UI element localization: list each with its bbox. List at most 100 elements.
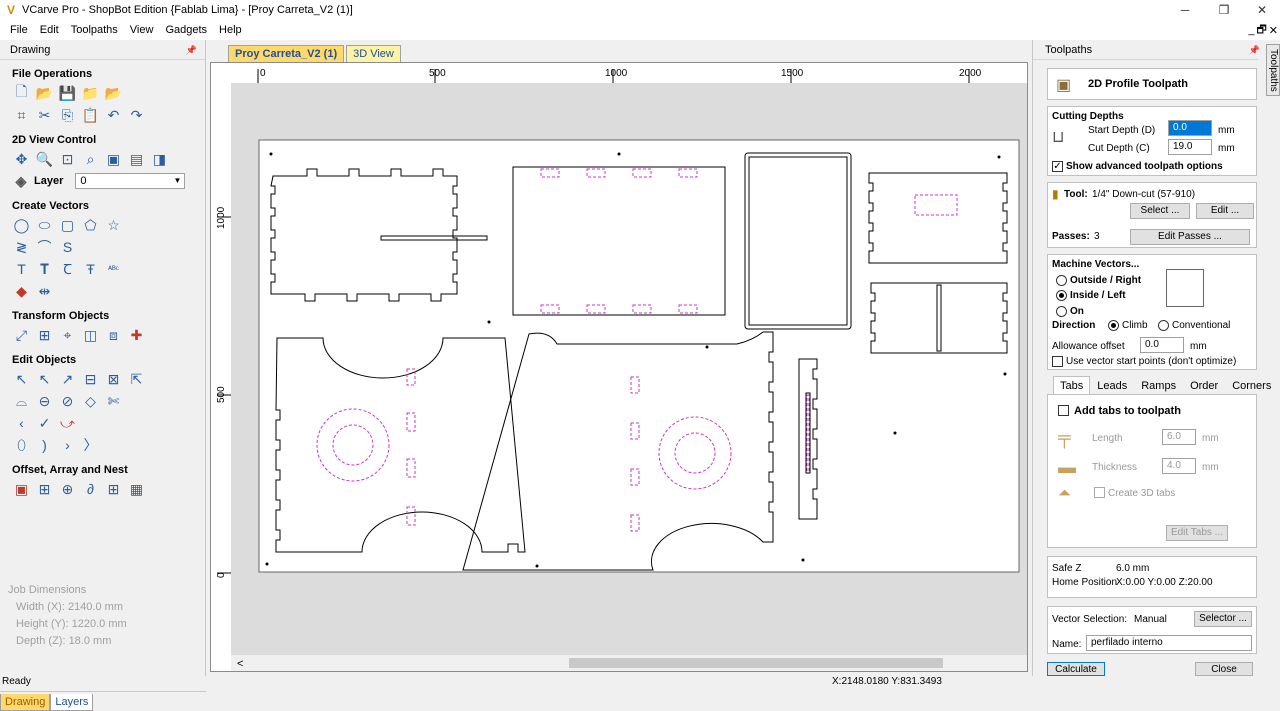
close-panel-button[interactable]: Close — [1195, 662, 1253, 676]
edit-passes-button[interactable]: Edit Passes ... — [1130, 229, 1250, 245]
job-setup-icon[interactable]: ⌗ — [12, 106, 31, 125]
tab-3d-view[interactable]: 3D View — [346, 45, 401, 62]
scrollbar-thumb[interactable] — [569, 658, 943, 668]
text-on-curve-icon[interactable]: Ꞇ — [58, 260, 77, 279]
menu-file[interactable]: File — [4, 20, 34, 40]
star-icon[interactable]: ☆ — [104, 216, 123, 235]
scale-icon[interactable]: ⧈ — [104, 326, 123, 345]
rectangle-icon[interactable]: ▢ — [58, 216, 77, 235]
cut-depth-input[interactable]: 19.0 — [1168, 139, 1212, 155]
curve-fit-icon[interactable]: ✓ — [35, 414, 54, 433]
menu-view[interactable]: View — [124, 20, 160, 40]
autolayout-text-icon[interactable]: 𝐓 — [35, 260, 54, 279]
add-tabs-checkbox[interactable] — [1058, 405, 1069, 416]
polyline-icon[interactable]: ≷ — [12, 238, 31, 257]
subtract-icon[interactable]: ⊖ — [35, 392, 54, 411]
subtab-corners[interactable]: Corners — [1225, 376, 1278, 394]
scroll-left-icon[interactable]: < — [237, 658, 243, 670]
curve-icon[interactable]: S — [58, 238, 77, 257]
node-edit-icon[interactable]: ↖ — [35, 370, 54, 389]
length-input[interactable]: 6.0 — [1162, 429, 1196, 445]
ungroup-icon[interactable]: ⊠ — [104, 370, 123, 389]
redo-icon[interactable]: ↷ — [127, 106, 146, 125]
pan-icon[interactable]: ✥ — [12, 150, 31, 169]
array-icon[interactable]: ⊞ — [35, 480, 54, 499]
close-vector-icon[interactable]: › — [58, 436, 77, 455]
view-fit-icon[interactable]: ▣ — [104, 150, 123, 169]
mdi-close-button[interactable]: ✕ — [1269, 24, 1278, 37]
view-toggle-icon[interactable]: ◨ — [150, 150, 169, 169]
conventional-radio[interactable] — [1158, 320, 1169, 331]
advanced-options-checkbox[interactable]: ✓ — [1052, 161, 1063, 172]
toolpaths-side-tab[interactable]: Toolpaths — [1266, 44, 1280, 96]
tab-drawing[interactable]: Drawing — [0, 694, 51, 711]
polygon-icon[interactable]: ⬠ — [81, 216, 100, 235]
toolpath-name-input[interactable]: perfilado interno — [1086, 635, 1252, 651]
copy-along-icon[interactable]: ∂ — [81, 480, 100, 499]
undo-icon[interactable]: ↶ — [104, 106, 123, 125]
thickness-input[interactable]: 4.0 — [1162, 458, 1196, 474]
maximize-button[interactable]: ❐ — [1204, 0, 1244, 20]
2d-viewport[interactable]: 0 500 1000 1500 2000 1000 500 0 < — [210, 62, 1028, 672]
subtab-ramps[interactable]: Ramps — [1134, 376, 1183, 394]
trim-icon[interactable]: ◇ — [81, 392, 100, 411]
tool-edit-button[interactable]: Edit ... — [1196, 203, 1254, 219]
drawing-canvas[interactable]: 0 500 1000 1500 2000 1000 500 0 < — [211, 63, 1027, 671]
menu-toolpaths[interactable]: Toolpaths — [65, 20, 124, 40]
menu-help[interactable]: Help — [213, 20, 248, 40]
ellipse-icon[interactable]: ⬭ — [35, 216, 54, 235]
zoom-icon[interactable]: 🔍 — [35, 150, 54, 169]
text-icon[interactable]: T — [12, 260, 31, 279]
circle-icon[interactable]: ◯ — [12, 216, 31, 235]
mdi-restore-button[interactable]: 🗗 — [1256, 21, 1266, 40]
intersect-icon[interactable]: ⊘ — [58, 392, 77, 411]
view-grid-icon[interactable]: ▤ — [127, 150, 146, 169]
nesting-icon[interactable]: ▦ — [127, 480, 146, 499]
import-icon[interactable]: 📁 — [81, 84, 100, 103]
vector-start-checkbox[interactable] — [1052, 356, 1063, 367]
text-arc-icon[interactable]: Ŧ — [81, 260, 100, 279]
menu-edit[interactable]: Edit — [34, 20, 65, 40]
start-depth-input[interactable]: 0.0 — [1168, 120, 1212, 136]
mirror-icon[interactable]: ◫ — [81, 326, 100, 345]
tool-select-button[interactable]: Select ... — [1130, 203, 1190, 219]
arc-icon[interactable]: ⌒ — [35, 238, 54, 257]
tab-2d-view[interactable]: Proy Carreta_V2 (1) — [228, 45, 345, 62]
layer-select[interactable]: 0 ▼ — [75, 173, 186, 189]
circular-array-icon[interactable]: ⊕ — [58, 480, 77, 499]
select-icon[interactable]: ↖ — [12, 370, 31, 389]
dimension-icon[interactable]: ⇹ — [35, 282, 54, 301]
on-radio[interactable] — [1056, 306, 1067, 317]
climb-radio[interactable] — [1108, 320, 1119, 331]
open-file-icon[interactable]: 📂 — [35, 84, 54, 103]
join-icon[interactable]: ‹ — [12, 414, 31, 433]
create-3d-tabs-checkbox[interactable] — [1094, 487, 1105, 498]
interactive-select-icon[interactable]: ↗ — [58, 370, 77, 389]
edit-tabs-button[interactable]: Edit Tabs ... — [1166, 525, 1228, 541]
save-icon[interactable]: 💾 — [58, 84, 77, 103]
import-component-icon[interactable]: 📂 — [104, 84, 123, 103]
group-icon[interactable]: ⊟ — [81, 370, 100, 389]
cut-icon[interactable]: ✂ — [35, 106, 54, 125]
scissors-icon[interactable]: ✄ — [104, 392, 123, 411]
align-icon[interactable]: ⌖ — [58, 326, 77, 345]
subtab-leads[interactable]: Leads — [1090, 376, 1134, 394]
offset-icon[interactable]: ▣ — [12, 480, 31, 499]
set-position-icon[interactable]: ⊞ — [35, 326, 54, 345]
subtab-order[interactable]: Order — [1183, 376, 1225, 394]
inside-left-radio[interactable] — [1056, 290, 1067, 301]
calculate-button[interactable]: Calculate — [1047, 662, 1105, 676]
tab-layers[interactable]: Layers — [50, 694, 94, 711]
block-copy-icon[interactable]: ⊞ — [104, 480, 123, 499]
subtab-tabs[interactable]: Tabs — [1053, 376, 1091, 394]
fillet-icon[interactable]: ⬯ — [12, 436, 31, 455]
menu-gadgets[interactable]: Gadgets — [159, 20, 213, 40]
pin-icon[interactable]: 📌 — [186, 40, 197, 60]
paste-icon[interactable]: 📋 — [81, 106, 100, 125]
new-file-icon[interactable]: 🗋 — [12, 83, 31, 103]
smooth-icon[interactable]: ⤻ — [58, 414, 77, 433]
abc-icon[interactable]: ᴬᴮᶜ — [104, 260, 123, 279]
move-icon[interactable]: ⤢ — [12, 326, 31, 345]
allowance-input[interactable]: 0.0 — [1140, 337, 1184, 353]
extend-icon[interactable]: ) — [35, 436, 54, 455]
